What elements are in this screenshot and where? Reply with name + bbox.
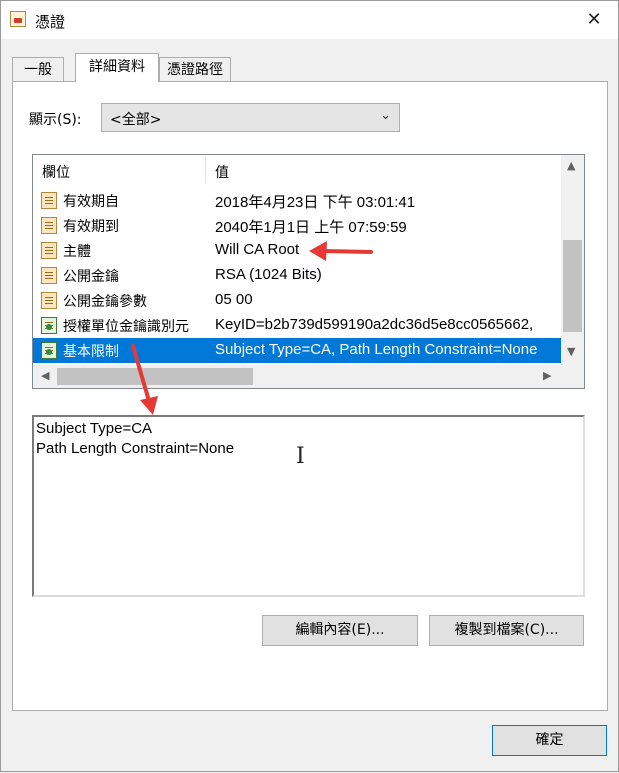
tab-strip: 一般 詳細資料 憑證路徑	[1, 53, 619, 82]
field-value: 05 00	[215, 291, 253, 308]
detail-line: Path Length Constraint=None	[36, 440, 235, 457]
vertical-scrollbar[interactable]: ▲ ▼	[561, 155, 584, 365]
field-name: 有效期到	[63, 219, 119, 235]
horizontal-scroll-thumb[interactable]	[57, 368, 253, 385]
field-value: KeyID=b2b739d599190a2dc36d5e8cc0565662,	[215, 316, 534, 333]
column-divider[interactable]	[205, 157, 206, 183]
list-item[interactable]: 公開金鑰 RSA (1024 Bits)	[33, 263, 561, 288]
certificate-field-icon	[41, 292, 57, 309]
list-item[interactable]: 有效期自 2018年4月23日 下午 03:01:41	[33, 188, 561, 213]
field-name: 授權單位金鑰識別元	[63, 319, 189, 335]
field-name: 有效期自	[63, 194, 119, 210]
certificate-extension-icon	[41, 342, 57, 359]
certificate-field-icon	[41, 242, 57, 259]
certificate-field-icon	[41, 192, 57, 209]
title-bar: 憑證 ✕	[1, 1, 618, 39]
show-dropdown-value: <全部>	[110, 112, 162, 128]
text-cursor-icon: I	[296, 444, 305, 469]
field-value: Subject Type=CA, Path Length Constraint=…	[215, 341, 538, 358]
list-item[interactable]: 公開金鑰參數 05 00	[33, 288, 561, 313]
field-name: 基本限制	[63, 344, 119, 360]
list-item[interactable]: 主體 Will CA Root	[33, 238, 561, 263]
tab-details[interactable]: 詳細資料	[75, 53, 159, 82]
field-name: 主體	[63, 244, 91, 260]
scrollbar-corner	[561, 365, 584, 388]
show-label: 顯示(S):	[29, 112, 82, 128]
field-name: 公開金鑰參數	[63, 294, 147, 310]
chevron-down-icon: ⌄	[380, 108, 391, 123]
detail-line: Subject Type=CA	[36, 420, 153, 437]
show-dropdown[interactable]: <全部> ⌄	[101, 103, 400, 132]
scroll-down-icon[interactable]: ▼	[567, 345, 575, 358]
scroll-up-icon[interactable]: ▲	[567, 159, 575, 172]
list-header: 欄位 值	[33, 155, 561, 185]
certificate-window: 憑證 ✕ 一般 詳細資料 憑證路徑 顯示(S): <全部> ⌄ 欄位 值 有效期…	[0, 0, 619, 772]
field-value: 2040年1月1日 上午 07:59:59	[215, 219, 407, 236]
copy-to-file-button[interactable]: 複製到檔案(C)...	[429, 615, 584, 646]
edit-properties-button[interactable]: 編輯內容(E)...	[262, 615, 418, 646]
detail-textbox[interactable]: Subject Type=CA Path Length Constraint=N…	[32, 415, 585, 597]
certificate-field-icon	[41, 267, 57, 284]
window-title: 憑證	[35, 13, 66, 31]
tab-general[interactable]: 一般	[12, 57, 64, 81]
column-header-value[interactable]: 值	[215, 162, 229, 182]
vertical-scroll-thumb[interactable]	[563, 240, 582, 332]
field-list[interactable]: 欄位 值 有效期自 2018年4月23日 下午 03:01:41 有效期到 20…	[32, 154, 585, 389]
field-name: 公開金鑰	[63, 269, 119, 285]
list-item[interactable]: 授權單位金鑰識別元 KeyID=b2b739d599190a2dc36d5e8c…	[33, 313, 561, 338]
scroll-left-icon[interactable]: ◀	[41, 369, 49, 382]
list-item-selected[interactable]: 基本限制 Subject Type=CA, Path Length Constr…	[33, 338, 561, 363]
certificate-field-icon	[41, 217, 57, 234]
scroll-right-icon[interactable]: ▶	[543, 369, 551, 382]
horizontal-scrollbar[interactable]: ◀ ▶	[33, 365, 561, 388]
field-value: Will CA Root	[215, 241, 300, 258]
tab-certification-path[interactable]: 憑證路徑	[159, 57, 231, 81]
field-value: RSA (1024 Bits)	[215, 266, 322, 283]
certificate-extension-icon	[41, 317, 57, 334]
close-button[interactable]: ✕	[578, 7, 610, 33]
certificate-icon	[10, 11, 26, 27]
field-value: 2018年4月23日 下午 03:01:41	[215, 194, 416, 211]
ok-button[interactable]: 確定	[492, 725, 607, 756]
column-header-field[interactable]: 欄位	[42, 162, 70, 182]
list-item[interactable]: 有效期到 2040年1月1日 上午 07:59:59	[33, 213, 561, 238]
